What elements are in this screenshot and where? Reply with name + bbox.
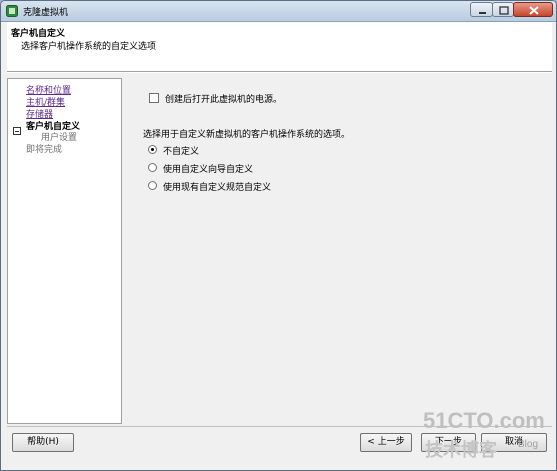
page-title: 客户机自定义 xyxy=(11,29,66,39)
maximize-button[interactable] xyxy=(492,2,514,17)
wizard-body: 名称和位置 主机/群集 存储器 客户机自定义 用户设置 即将完成 创建后打开此虚… xyxy=(7,72,552,426)
power-on-checkbox[interactable] xyxy=(149,93,159,103)
wizard-steps-nav: 名称和位置 主机/群集 存储器 客户机自定义 用户设置 即将完成 xyxy=(7,78,122,424)
radio-wizard-customize[interactable] xyxy=(148,163,157,172)
power-on-label[interactable]: 创建后打开此虚拟机的电源。 xyxy=(165,92,282,105)
radio-spec-customize-label[interactable]: 使用现有自定义规范自定义 xyxy=(163,180,271,193)
step-ready-to-complete: 即将完成 xyxy=(26,145,63,155)
page-header: 客户机自定义 选择客户机操作系统的自定义选项 xyxy=(7,22,552,72)
radio-spec-customize[interactable] xyxy=(148,181,157,190)
title-bar[interactable]: 克隆虚拟机 xyxy=(1,1,556,22)
wizard-footer: 帮助(H) < 上一步 下一步 取消 xyxy=(7,426,552,467)
help-button[interactable]: 帮助(H) xyxy=(12,433,74,452)
minimize-button[interactable] xyxy=(470,2,493,17)
radio-no-customize[interactable] xyxy=(148,145,157,154)
page-subtitle: 选择客户机操作系统的自定义选项 xyxy=(21,42,157,52)
radio-wizard-customize-label[interactable]: 使用自定义向导自定义 xyxy=(163,162,253,175)
cancel-button[interactable]: 取消 xyxy=(481,433,547,452)
back-button[interactable]: < 上一步 xyxy=(360,433,412,452)
clone-vm-dialog: 克隆虚拟机 客户机自定义 选择客户机操作系统的自定义选项 名称和位置 主机/群集… xyxy=(0,0,557,471)
guest-customization-panel: 创建后打开此虚拟机的电源。 选择用于自定义新虚拟机的客户机操作系统的选项。 不自… xyxy=(129,78,552,424)
collapse-toggle-icon[interactable] xyxy=(13,127,21,135)
customization-question: 选择用于自定义新虚拟机的客户机操作系统的选项。 xyxy=(143,130,351,140)
radio-no-customize-label[interactable]: 不自定义 xyxy=(163,144,199,157)
close-button[interactable] xyxy=(513,2,553,17)
close-icon xyxy=(529,6,539,15)
minimize-icon xyxy=(479,12,486,14)
vm-app-icon xyxy=(6,5,18,17)
next-button[interactable]: 下一步 xyxy=(421,433,476,452)
window-title: 克隆虚拟机 xyxy=(23,8,69,18)
maximize-icon xyxy=(499,6,509,15)
